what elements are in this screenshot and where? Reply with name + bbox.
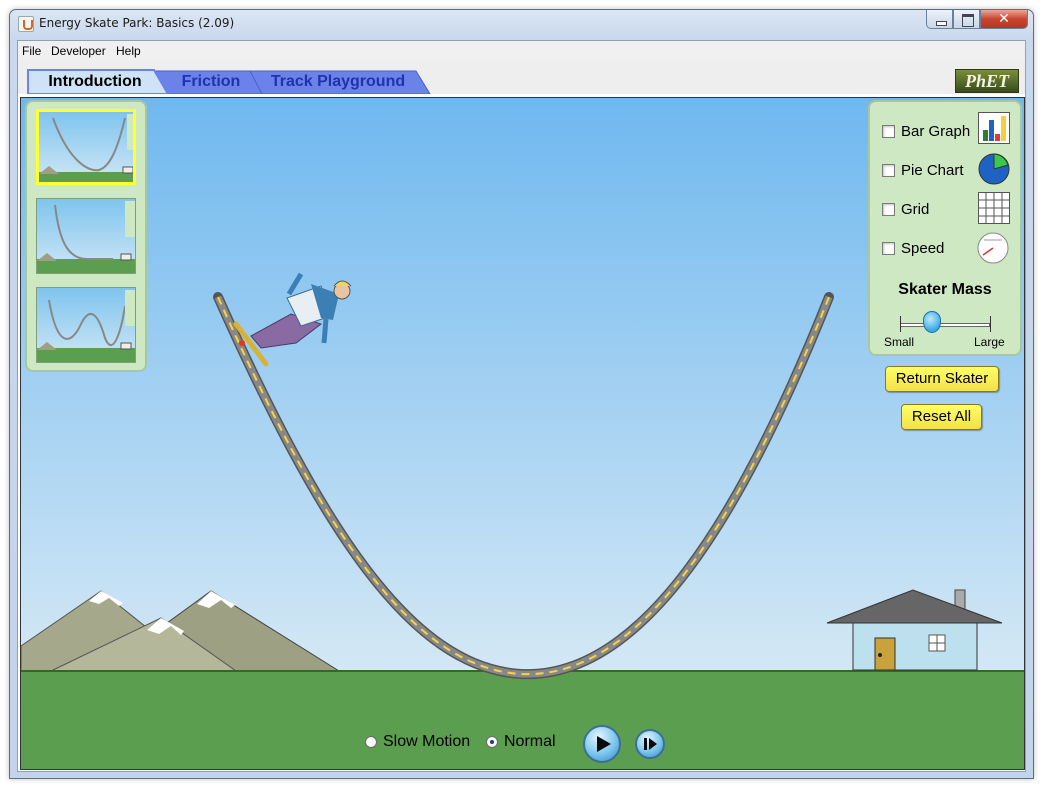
slow-motion-label: Slow Motion [383, 733, 471, 750]
preset-track-1[interactable] [36, 109, 136, 185]
preset-track-2[interactable] [36, 198, 136, 274]
bar-graph-option[interactable]: Bar Graph [882, 121, 970, 141]
play-icon [597, 736, 611, 752]
pie-chart-icon [978, 153, 1010, 185]
control-panel: Bar Graph Pie Chart Grid Speed Skater Ma… [868, 100, 1022, 356]
maximize-button[interactable] [953, 10, 980, 29]
speed-checkbox[interactable] [882, 241, 895, 255]
title-bar[interactable]: Energy Skate Park: Basics (2.09) ✕ [10, 10, 1033, 38]
window-title: Energy Skate Park: Basics (2.09) [39, 16, 235, 30]
menu-developer[interactable]: Developer [51, 44, 106, 58]
tab-friction[interactable]: Friction [164, 70, 258, 94]
step-button[interactable] [635, 729, 665, 759]
bar-graph-checkbox[interactable] [882, 124, 895, 138]
preset-thumbnail-2 [37, 201, 135, 273]
bar-graph-label: Bar Graph [901, 122, 971, 140]
grid-icon [978, 192, 1010, 224]
grid-label: Grid [901, 200, 930, 218]
preset-thumbnail-3 [37, 290, 135, 362]
tab-bar: Introduction Friction Track Playground P… [18, 61, 1025, 94]
speedometer-icon [977, 232, 1009, 264]
client-area: File Developer Help Introduction Frictio… [17, 40, 1026, 772]
slow-motion-radio[interactable] [365, 736, 377, 748]
return-skater-button[interactable]: Return Skater [885, 366, 999, 392]
normal-option[interactable]: Normal [486, 733, 556, 751]
close-icon: ✕ [998, 11, 1010, 27]
bar-graph-icon [978, 112, 1010, 144]
pie-chart-option[interactable]: Pie Chart [882, 160, 964, 180]
skater-mass-slider[interactable] [923, 311, 941, 333]
normal-radio[interactable] [486, 736, 498, 748]
mass-large-label: Large [974, 335, 1005, 349]
slider-min-tick [900, 316, 901, 332]
menu-help[interactable]: Help [116, 44, 141, 58]
java-app-icon [18, 16, 34, 32]
pie-chart-label: Pie Chart [901, 161, 964, 179]
tab-track-playground[interactable]: Track Playground [258, 70, 418, 94]
slow-motion-option[interactable]: Slow Motion [365, 733, 470, 751]
window-controls: ✕ [926, 10, 1028, 30]
speed-option[interactable]: Speed [882, 238, 944, 258]
reset-all-button[interactable]: Reset All [901, 404, 982, 430]
speed-label: Speed [901, 239, 945, 257]
pie-chart-checkbox[interactable] [882, 163, 895, 177]
normal-label: Normal [504, 733, 556, 750]
grid-option[interactable]: Grid [882, 199, 929, 219]
minimize-button[interactable] [926, 10, 953, 29]
grid-checkbox[interactable] [882, 202, 895, 216]
slider-max-tick [990, 316, 991, 332]
menu-bar: File Developer Help [18, 41, 1025, 61]
preset-thumbnail-1 [39, 114, 133, 182]
phet-logo[interactable]: PhET [955, 69, 1019, 93]
app-window: Energy Skate Park: Basics (2.09) ✕ File … [9, 9, 1034, 779]
tab-introduction[interactable]: Introduction [30, 70, 160, 94]
simulation-canvas[interactable]: Bar Graph Pie Chart Grid Speed Skater Ma… [20, 97, 1025, 770]
playback-controls: Slow Motion Normal [21, 722, 1024, 766]
skater-mass-track[interactable] [900, 323, 990, 327]
preset-track-3[interactable] [36, 287, 136, 363]
play-button[interactable] [583, 725, 621, 763]
skater-mass-title: Skater Mass [898, 281, 992, 298]
mass-small-label: Small [884, 335, 915, 349]
step-icon [644, 738, 657, 750]
close-button[interactable]: ✕ [980, 10, 1028, 29]
track-presets-panel [25, 100, 147, 372]
menu-file[interactable]: File [22, 44, 41, 58]
